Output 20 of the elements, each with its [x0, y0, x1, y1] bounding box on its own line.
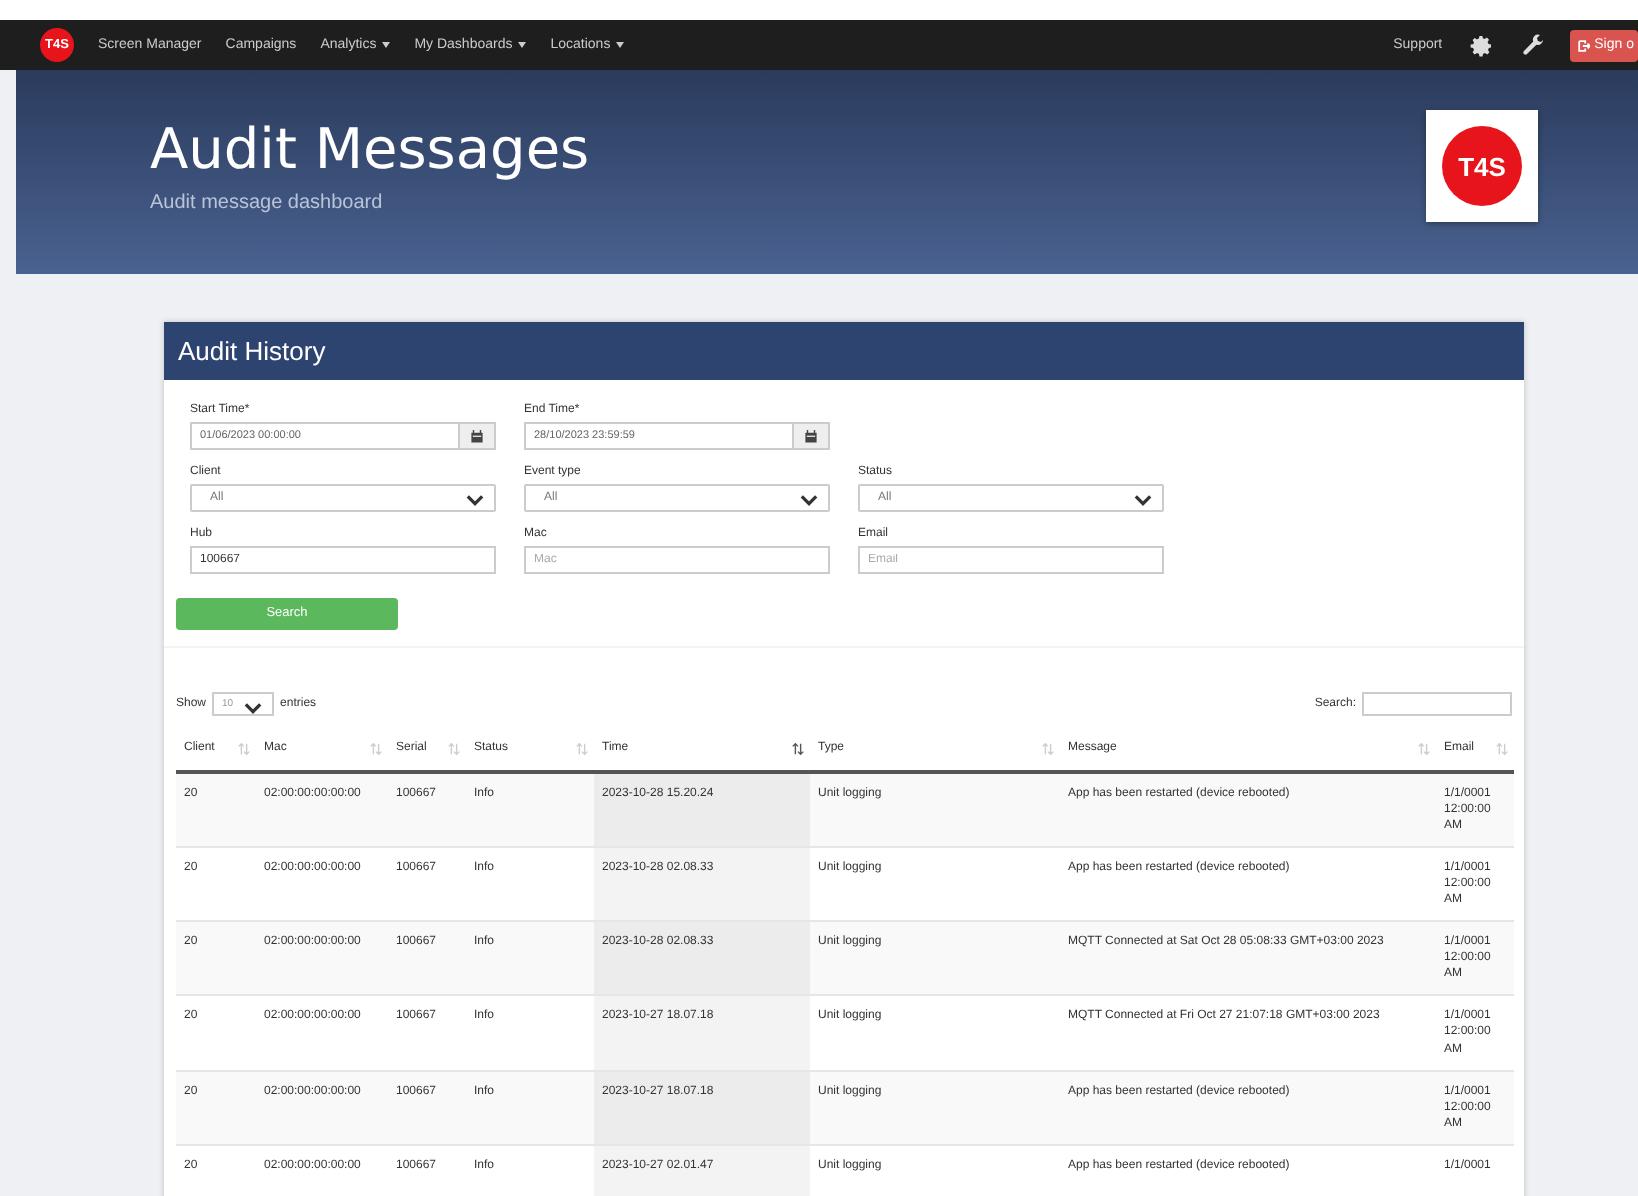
page-title: Audit Messages — [150, 115, 590, 181]
panel-title: Audit History — [178, 336, 326, 366]
caret-icon[interactable] — [616, 42, 625, 48]
calendar-button[interactable] — [794, 422, 830, 450]
chevron-icon — [800, 494, 818, 506]
calendar-icon — [804, 429, 818, 443]
caret-icon[interactable] — [518, 42, 527, 48]
chevron-icon — [466, 494, 484, 506]
chevron-icon — [1134, 494, 1152, 506]
sign-out-icon — [1578, 39, 1591, 51]
chevron-icon — [244, 701, 263, 713]
calendar-button[interactable] — [460, 422, 496, 450]
caret-icon[interactable] — [382, 42, 391, 48]
page-subtitle: Audit message dashboard — [150, 191, 383, 213]
settings-icon[interactable] — [1470, 33, 1495, 57]
sort-icon[interactable] — [792, 741, 804, 755]
search-field[interactable] — [1362, 691, 1512, 715]
calendar-icon — [470, 429, 484, 443]
wrench-icon[interactable] — [1522, 33, 1547, 57]
logo: T4S — [1442, 126, 1522, 206]
